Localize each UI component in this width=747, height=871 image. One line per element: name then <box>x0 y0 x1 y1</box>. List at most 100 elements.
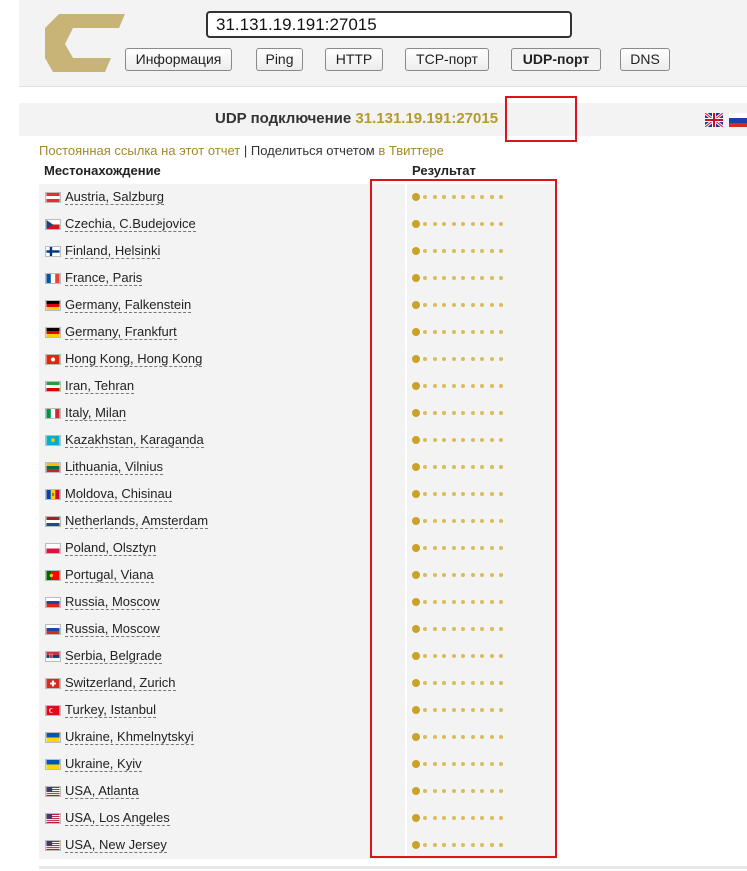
loading-dot <box>470 708 475 712</box>
location-link[interactable]: Moldova, Chisinau <box>65 486 172 502</box>
loading-dot <box>451 843 456 847</box>
loading-dot <box>432 681 437 685</box>
column-header-location: Местонахождение <box>44 163 161 178</box>
tab-info[interactable]: Информация <box>125 48 232 71</box>
result-cell <box>407 832 557 859</box>
loading-dot <box>412 598 420 606</box>
lt-flag-icon <box>45 462 61 473</box>
location-cell: Germany, Falkenstein <box>39 292 405 319</box>
tab-dns[interactable]: DNS <box>620 48 670 71</box>
location-cell: Kazakhstan, Karaganda <box>39 427 405 454</box>
loading-dot <box>432 573 437 577</box>
loading-dot <box>499 789 503 793</box>
location-link[interactable]: USA, Los Angeles <box>65 810 170 826</box>
loading-dot <box>499 600 503 604</box>
link-separator: | <box>243 143 248 158</box>
location-link[interactable]: Germany, Frankfurt <box>65 324 177 340</box>
location-link[interactable]: Finland, Helsinki <box>65 243 161 259</box>
loading-dot <box>442 735 446 739</box>
tab-http[interactable]: HTTP <box>325 48 383 71</box>
location-link[interactable]: Czechia, C.Budejovice <box>65 216 196 232</box>
table-row: Lithuania, Vilnius <box>39 454 557 481</box>
location-link[interactable]: Portugal, Viana <box>65 567 154 583</box>
result-cell <box>407 265 557 292</box>
location-link[interactable]: Russia, Moscow <box>65 621 160 637</box>
tab-tcp-port[interactable]: TCP-порт <box>405 48 489 71</box>
location-link[interactable]: Serbia, Belgrade <box>65 648 162 664</box>
location-link[interactable]: Poland, Olsztyn <box>65 540 157 556</box>
location-link[interactable]: USA, Atlanta <box>65 783 139 799</box>
loading-dot <box>451 249 456 253</box>
loading-dot <box>451 816 456 820</box>
uk-flag-icon[interactable] <box>705 113 723 127</box>
table-row: France, Paris <box>39 265 557 292</box>
location-cell: Austria, Salzburg <box>39 184 405 211</box>
loading-dot <box>412 544 420 552</box>
loading-dot <box>499 276 503 280</box>
location-link[interactable]: Austria, Salzburg <box>65 189 164 205</box>
ru-flag-icon <box>45 597 61 608</box>
loading-dot <box>461 276 465 280</box>
loading-dot <box>461 843 465 847</box>
loading-dot <box>412 193 420 201</box>
table-row: USA, Atlanta <box>39 778 557 805</box>
location-cell: Czechia, C.Budejovice <box>39 211 405 238</box>
permalink-link[interactable]: Постоянная ссылка на этот отчет <box>39 143 240 158</box>
loading-dot <box>489 816 494 820</box>
loading-dot <box>442 573 446 577</box>
loading-dot <box>470 222 475 226</box>
result-cell <box>407 292 557 319</box>
location-link[interactable]: Germany, Falkenstein <box>65 297 192 313</box>
loading-dot <box>423 195 427 199</box>
location-cell: Ukraine, Kyiv <box>39 751 405 778</box>
location-link[interactable]: Lithuania, Vilnius <box>65 459 164 475</box>
table-row: Czechia, C.Budejovice <box>39 211 557 238</box>
at-flag-icon <box>45 192 61 203</box>
tab-ping[interactable]: Ping <box>256 48 303 71</box>
loading-dot <box>480 357 484 361</box>
location-link[interactable]: Netherlands, Amsterdam <box>65 513 209 529</box>
loading-dot <box>412 841 420 849</box>
loading-dot <box>423 762 427 766</box>
location-link[interactable]: Kazakhstan, Karaganda <box>65 432 204 448</box>
ru-flag-icon[interactable] <box>729 113 747 127</box>
share-twitter-link[interactable]: в Твиттере <box>378 143 444 158</box>
loading-dot <box>423 465 427 469</box>
tab-udp-port[interactable]: UDP-порт <box>511 48 601 71</box>
loading-dot <box>461 411 465 415</box>
loading-dot <box>423 573 427 577</box>
result-cell <box>407 535 557 562</box>
location-link[interactable]: Switzerland, Zurich <box>65 675 176 691</box>
loading-dot <box>423 249 427 253</box>
loading-dot <box>442 492 446 496</box>
result-cell <box>407 778 557 805</box>
location-link[interactable]: Hong Kong, Hong Kong <box>65 351 203 367</box>
location-link[interactable]: Turkey, Istanbul <box>65 702 157 718</box>
logo-icon[interactable] <box>45 14 125 72</box>
loading-dot <box>442 654 446 658</box>
loading-dot <box>442 303 446 307</box>
location-link[interactable]: Russia, Moscow <box>65 594 160 610</box>
ru-flag-icon <box>45 624 61 635</box>
table-row: Germany, Frankfurt <box>39 319 557 346</box>
location-link[interactable]: Ukraine, Kyiv <box>65 756 142 772</box>
location-link[interactable]: Italy, Milan <box>65 405 127 421</box>
location-link[interactable]: France, Paris <box>65 270 143 286</box>
loading-dot <box>442 519 446 523</box>
location-link[interactable]: USA, New Jersey <box>65 837 167 853</box>
loading-dot <box>412 625 420 633</box>
loading-dot <box>499 735 503 739</box>
host-input[interactable]: 31.131.19.191:27015 <box>206 11 572 38</box>
loading-dot <box>499 546 503 550</box>
loading-dot <box>451 195 456 199</box>
loading-dot <box>432 735 437 739</box>
location-link[interactable]: Iran, Tehran <box>65 378 135 394</box>
loading-dot <box>412 382 420 390</box>
loading-dot <box>470 330 475 334</box>
location-cell: Poland, Olsztyn <box>39 535 405 562</box>
loading-dot <box>451 492 456 496</box>
location-link[interactable]: Ukraine, Khmelnytskyi <box>65 729 194 745</box>
loading-dot <box>432 411 437 415</box>
page-title: UDP подключение 31.131.19.191:27015 <box>215 110 498 127</box>
loading-dot <box>442 843 446 847</box>
